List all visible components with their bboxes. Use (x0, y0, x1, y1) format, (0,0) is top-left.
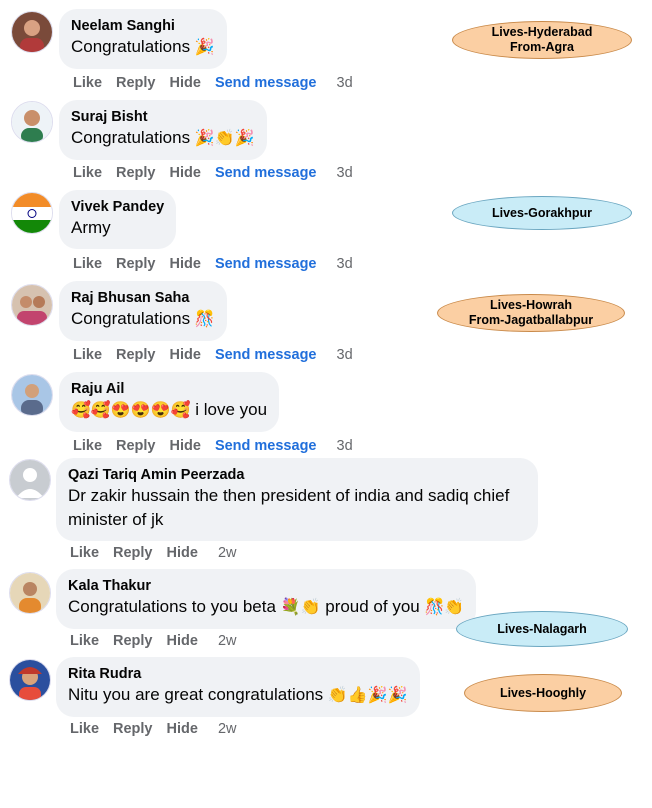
avatar[interactable] (11, 101, 53, 143)
avatar[interactable] (11, 192, 53, 234)
like-button[interactable]: Like (73, 165, 102, 181)
timestamp[interactable]: 2w (218, 633, 237, 649)
reply-button[interactable]: Reply (113, 721, 153, 737)
comment-author[interactable]: Vivek Pandey (71, 198, 164, 216)
like-button[interactable]: Like (73, 256, 102, 272)
timestamp[interactable]: 3d (337, 438, 353, 454)
comment-bubble: Vivek Pandey Army (59, 190, 177, 249)
comment-actions: Like Reply Hide 2w (70, 633, 250, 649)
comment-actions: Like Reply Hide Send message 3d (73, 347, 367, 363)
hide-button[interactable]: Hide (170, 75, 201, 91)
comment-bubble: Neelam Sanghi Congratulations 🎉 (59, 9, 227, 69)
avatar[interactable] (9, 459, 51, 501)
comment-bubble: Qazi Tariq Amin Peerzada Dr zakir hussai… (56, 458, 538, 541)
comment-text: Congratulations (71, 128, 191, 147)
comment-author[interactable]: Suraj Bisht (71, 108, 255, 126)
location-annotation-howrah: Lives-Howrah From-Jagatballabpur (437, 294, 625, 332)
comment-actions: Like Reply Hide Send message 3d (73, 165, 367, 181)
avatar[interactable] (11, 11, 53, 53)
comment-bubble: Rita Rudra Nitu you are great congratula… (56, 657, 420, 717)
location-annotation-hyderabad: Lives-Hyderabad From-Agra (452, 21, 632, 59)
timestamp[interactable]: 3d (337, 165, 353, 181)
emoji-icon: 💐👏 (280, 599, 321, 616)
reply-button[interactable]: Reply (116, 165, 156, 181)
like-button[interactable]: Like (70, 633, 99, 649)
emoji-icon: 👏👍🎉🎉 (327, 687, 408, 704)
like-button[interactable]: Like (70, 545, 99, 561)
emoji-icon: 🎊 (194, 311, 215, 328)
comment-author[interactable]: Rita Rudra (68, 665, 408, 683)
comment-author[interactable]: Neelam Sanghi (71, 17, 215, 35)
comment-actions: Like Reply Hide 2w (70, 545, 250, 561)
reply-button[interactable]: Reply (116, 256, 156, 272)
emoji-icon: 🎉 (194, 39, 215, 56)
timestamp[interactable]: 2w (218, 545, 237, 561)
timestamp[interactable]: 2w (218, 721, 237, 737)
location-annotation-gorakhpur: Lives-Gorakhpur (452, 196, 632, 230)
comment-bubble: Kala Thakur Congratulations to you beta … (56, 569, 477, 629)
avatar[interactable] (11, 284, 53, 326)
like-button[interactable]: Like (73, 75, 102, 91)
comment-text: Army (71, 218, 111, 237)
hide-button[interactable]: Hide (167, 721, 198, 737)
comment-actions: Like Reply Hide Send message 3d (73, 75, 367, 91)
send-message-button[interactable]: Send message (215, 256, 317, 272)
comment-author[interactable]: Raj Bhusan Saha (71, 289, 215, 307)
comment-author[interactable]: Raju Ail (71, 380, 267, 398)
comment-text: Congratulations (71, 37, 191, 56)
hide-button[interactable]: Hide (170, 165, 201, 181)
like-button[interactable]: Like (73, 347, 102, 363)
comment-bubble: Suraj Bisht Congratulations 🎉👏🎉 (59, 100, 267, 160)
comment-actions: Like Reply Hide Send message 3d (73, 256, 367, 272)
comment-text: Congratulations (71, 309, 191, 328)
send-message-button[interactable]: Send message (215, 347, 317, 363)
reply-button[interactable]: Reply (116, 347, 156, 363)
comment-actions: Like Reply Hide Send message 3d (73, 438, 367, 454)
like-button[interactable]: Like (70, 721, 99, 737)
timestamp[interactable]: 3d (337, 347, 353, 363)
send-message-button[interactable]: Send message (215, 165, 317, 181)
comment-actions: Like Reply Hide 2w (70, 721, 250, 737)
comment-text: Congratulations to you beta (68, 597, 276, 616)
avatar[interactable] (11, 374, 53, 416)
reply-button[interactable]: Reply (113, 545, 153, 561)
emoji-icon: 🥰🥰😍😍😍🥰 (71, 402, 191, 419)
comment-text: i love you (195, 400, 268, 419)
comment-text: Nitu you are great congratulations (68, 685, 324, 704)
hide-button[interactable]: Hide (167, 545, 198, 561)
reply-button[interactable]: Reply (113, 633, 153, 649)
emoji-icon: 🎊👏 (424, 599, 465, 616)
timestamp[interactable]: 3d (337, 256, 353, 272)
comment-author[interactable]: Kala Thakur (68, 577, 464, 595)
avatar[interactable] (9, 659, 51, 701)
hide-button[interactable]: Hide (170, 438, 201, 454)
send-message-button[interactable]: Send message (215, 438, 317, 454)
location-annotation-nalagarh: Lives-Nalagarh (456, 611, 628, 647)
emoji-icon: 🎉👏🎉 (194, 130, 255, 147)
comment-author[interactable]: Qazi Tariq Amin Peerzada (68, 466, 526, 484)
comment-text: Dr zakir hussain the then president of i… (68, 486, 510, 529)
location-annotation-hooghly: Lives-Hooghly (464, 674, 622, 712)
comment-bubble: Raju Ail 🥰🥰😍😍😍🥰 i love you (59, 372, 280, 432)
like-button[interactable]: Like (73, 438, 102, 454)
hide-button[interactable]: Hide (170, 347, 201, 363)
comment-bubble: Raj Bhusan Saha Congratulations 🎊 (59, 281, 227, 341)
reply-button[interactable]: Reply (116, 75, 156, 91)
hide-button[interactable]: Hide (167, 633, 198, 649)
hide-button[interactable]: Hide (170, 256, 201, 272)
send-message-button[interactable]: Send message (215, 75, 317, 91)
avatar[interactable] (9, 572, 51, 614)
timestamp[interactable]: 3d (337, 75, 353, 91)
reply-button[interactable]: Reply (116, 438, 156, 454)
comment-text-2: proud of you (325, 597, 420, 616)
